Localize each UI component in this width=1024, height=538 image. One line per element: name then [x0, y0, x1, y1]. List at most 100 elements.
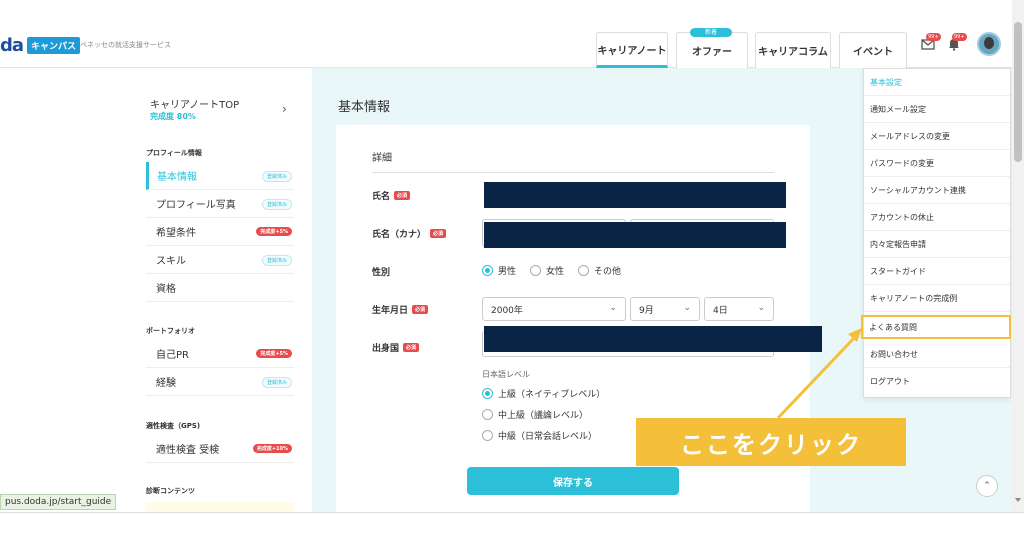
career-note-top-title: キャリアノートTOP — [150, 100, 240, 111]
japanese-level-radio[interactable] — [482, 409, 493, 420]
required-badge: 必須 — [394, 191, 411, 200]
status-badge: 登録済み — [261, 199, 292, 210]
sidebar-item-skills[interactable]: スキル 登録済み — [146, 246, 294, 274]
gender-male-label: 男性 — [498, 267, 517, 277]
career-note-top-link[interactable]: キャリアノートTOP 完成度 80% — [150, 96, 292, 122]
sidebar-item-self-pr[interactable]: 自己PR 完成度+5% — [146, 340, 294, 368]
menu-item-social-link[interactable]: ソーシャルアカウント連携 — [864, 177, 1010, 204]
page-scrollbar[interactable] — [1012, 0, 1024, 512]
tab-offer[interactable]: オファー — [676, 32, 748, 68]
japanese-level-label: 日本語レベル — [482, 370, 530, 379]
required-badge: 必須 — [430, 229, 447, 238]
sidebar-item-qualifications[interactable]: 資格 — [146, 274, 294, 302]
page-title: 基本情報 — [338, 100, 391, 115]
section-heading-aptitude: 適性検査（GPS) — [146, 422, 201, 430]
logo-badge: キャンパス — [27, 36, 81, 54]
status-badge: 登録済み — [261, 255, 292, 266]
sidebar-item-aptitude-test[interactable]: 適性検査 受検 完成度+10% — [146, 435, 294, 463]
status-badge: 完成度+5% — [256, 227, 292, 236]
tab-event[interactable]: イベント — [839, 32, 907, 68]
origin-label: 出身国 必須 — [372, 341, 420, 354]
birth-month-value: 9月 — [639, 305, 654, 316]
mail-badge: 99+ — [926, 33, 941, 41]
menu-item-career-note-example[interactable]: キャリアノートの完成例 — [864, 285, 1010, 312]
sidebar-item-label: 希望条件 — [156, 228, 196, 239]
birth-label: 生年月日 必須 — [372, 303, 429, 316]
completion-progress: 完成度 80% — [150, 112, 196, 121]
gender-female-radio[interactable] — [530, 265, 542, 276]
status-badge: 完成度+5% — [256, 349, 292, 358]
sidebar: キャリアノートTOP 完成度 80% › プロフィール情報 基本情報 登録済み … — [0, 68, 312, 512]
birth-year-select[interactable]: 2000年 ⌄ — [482, 297, 626, 321]
status-badge: 完成度+10% — [252, 444, 292, 453]
menu-item-change-email[interactable]: メールアドレスの変更 — [864, 123, 1010, 150]
gender-male-radio[interactable] — [482, 265, 493, 276]
menu-item-contact[interactable]: お問い合わせ — [864, 341, 1010, 368]
sidebar-item-label: 適性検査 受検 — [156, 445, 220, 456]
chevron-down-icon: ⌄ — [683, 303, 691, 313]
japanese-level-radio[interactable] — [482, 388, 493, 399]
sidebar-item-experience[interactable]: 経験 登録済み — [146, 368, 294, 396]
tab-career-column[interactable]: キャリアコラム — [755, 32, 831, 68]
kana-label: 氏名（カナ） 必須 — [372, 227, 447, 240]
scroll-to-top-button[interactable]: ⌃ — [976, 475, 998, 497]
menu-item-change-password[interactable]: パスワードの変更 — [864, 150, 1010, 177]
status-bar-url: pus.doda.jp/start_guide — [0, 494, 117, 510]
site-header: da キャンパス ベネッセの就活支援サービス キャリアノート オファー 新着 キ… — [0, 0, 1012, 68]
gender-options: 男性 女性 その他 — [482, 264, 621, 277]
tagline: ベネッセの就活支援サービス — [80, 41, 171, 49]
japanese-level-option[interactable]: 中上級（議論レベル） — [482, 408, 588, 421]
chevron-right-icon: › — [282, 102, 287, 116]
bell-badge: 99+ — [952, 33, 967, 41]
kana-field-redacted — [484, 222, 786, 248]
sidebar-item-profile-photo[interactable]: プロフィール写真 登録済み — [146, 190, 294, 218]
logo-text: da — [0, 34, 24, 56]
status-badge: 登録済み — [261, 377, 292, 388]
scrollbar-thumb[interactable] — [1014, 22, 1022, 162]
status-badge: 登録済み — [261, 171, 292, 182]
menu-item-suspend-account[interactable]: アカウントの休止 — [864, 204, 1010, 231]
menu-item-faq[interactable]: よくある質問 — [861, 315, 1011, 339]
menu-item-logout[interactable]: ログアウト — [864, 368, 1010, 395]
divider — [372, 172, 774, 173]
chevron-down-icon: ⌄ — [609, 303, 617, 313]
avatar[interactable] — [977, 32, 1001, 56]
japanese-level-radio[interactable] — [482, 430, 493, 441]
logo[interactable]: da キャンパス — [0, 34, 81, 56]
section-heading-diagnosis: 診断コンテンツ — [146, 487, 195, 495]
sidebar-item-basic-info[interactable]: 基本情報 登録済み — [146, 162, 294, 190]
bottom-strip — [0, 512, 1024, 538]
japanese-level-option-label: 上級（ネイティブレベル） — [498, 390, 606, 400]
annotation-callout: ここをクリック — [636, 418, 906, 466]
japanese-level-option-label: 中上級（議論レベル） — [498, 411, 589, 421]
japanese-level-option[interactable]: 中級（日常会話レベル） — [482, 429, 597, 442]
gender-female-label: 女性 — [546, 267, 565, 277]
menu-item-basic-settings[interactable]: 基本設定 — [864, 69, 1010, 96]
menu-item-notification-mail[interactable]: 通知メール設定 — [864, 96, 1010, 123]
gender-other-radio[interactable] — [578, 265, 590, 276]
menu-item-start-guide[interactable]: スタートガイド — [864, 258, 1010, 285]
gender-label: 性別 — [372, 268, 391, 278]
birth-year-value: 2000年 — [491, 305, 523, 316]
save-button[interactable]: 保存する — [467, 467, 679, 495]
new-badge: 新着 — [690, 28, 732, 37]
name-field-redacted[interactable] — [484, 182, 786, 208]
gender-other-label: その他 — [594, 267, 622, 277]
sidebar-item-label: スキル — [156, 256, 186, 267]
sidebar-item-preferences[interactable]: 希望条件 完成度+5% — [146, 218, 294, 246]
birth-month-select[interactable]: 9月 ⌄ — [630, 297, 700, 321]
scroll-down-arrow-icon[interactable] — [1015, 498, 1021, 502]
name-label: 氏名 必須 — [372, 189, 411, 202]
origin-field-redacted — [484, 326, 822, 352]
section-heading-portfolio: ポートフォリオ — [146, 327, 195, 335]
sidebar-item-label: 資格 — [156, 284, 176, 295]
menu-item-offer-report[interactable]: 内々定報告申請 — [864, 231, 1010, 258]
birth-day-select[interactable]: 4日 ⌄ — [704, 297, 774, 321]
sidebar-item-label: プロフィール写真 — [156, 200, 236, 211]
sidebar-item-label: 基本情報 — [157, 172, 197, 183]
sidebar-item-label: 自己PR — [156, 350, 189, 361]
tab-career-note[interactable]: キャリアノート — [596, 32, 668, 68]
birth-day-value: 4日 — [713, 305, 728, 316]
japanese-level-option[interactable]: 上級（ネイティブレベル） — [482, 387, 605, 400]
diagnosis-banner[interactable] — [146, 502, 294, 512]
